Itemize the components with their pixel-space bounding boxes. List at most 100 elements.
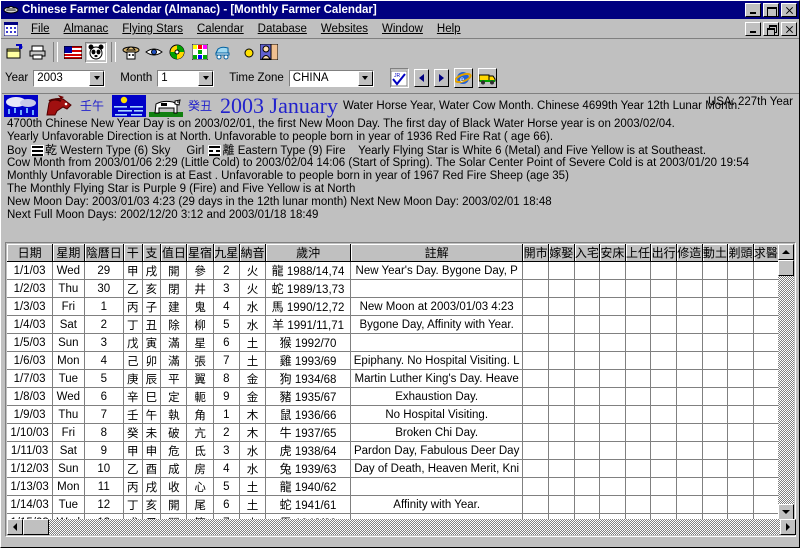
table-row[interactable]: 1/6/03 Mon 4 己卯滿張 7 土雞 1993/69 Epiphany. No Ho…	[7, 351, 779, 370]
cell-sound[interactable]: 水	[239, 315, 267, 334]
cell-lunar-day[interactable]: 30	[84, 279, 124, 298]
cell-activity-5[interactable]	[650, 261, 677, 280]
cell-value-day[interactable]: 成	[160, 459, 188, 478]
cell-activity-2[interactable]	[574, 369, 601, 388]
cell-activity-2[interactable]	[574, 423, 601, 442]
cell-sound[interactable]: 金	[239, 369, 267, 388]
cell-activity-9[interactable]	[753, 261, 779, 280]
cell-activity-4[interactable]	[625, 297, 652, 316]
cell-weekday[interactable]: Fri	[52, 297, 85, 316]
column-header-18[interactable]: 動土	[702, 244, 729, 262]
cell-activity-4[interactable]	[625, 333, 652, 352]
cell-activity-7[interactable]	[702, 261, 729, 280]
cell-activity-6[interactable]	[676, 459, 703, 478]
chevron-down-icon[interactable]	[89, 70, 105, 86]
cell-activity-9[interactable]	[753, 279, 779, 298]
cell-weekday[interactable]: Thu	[52, 405, 85, 424]
cell-clash[interactable]: 牛 1937/65	[265, 423, 352, 442]
column-header-8[interactable]: 納音	[239, 244, 267, 262]
cell-date[interactable]: 1/7/03	[7, 369, 54, 388]
cell-activity-7[interactable]	[702, 315, 729, 334]
cell-branch[interactable]: 午	[142, 405, 162, 424]
vertical-scroll-track[interactable]	[778, 260, 794, 504]
cell-nine-star[interactable]: 6	[213, 495, 240, 514]
column-header-4[interactable]: 支	[142, 244, 162, 262]
cell-weekday[interactable]: Tue	[52, 369, 85, 388]
cell-note[interactable]: Day of Death, Heaven Merit, Kni	[350, 459, 524, 478]
cell-activity-0[interactable]	[522, 405, 549, 424]
cell-value-day[interactable]: 閉	[160, 279, 188, 298]
cell-branch[interactable]: 辰	[142, 369, 162, 388]
next-arrow-icon[interactable]	[433, 69, 449, 87]
cell-activity-9[interactable]	[753, 351, 779, 370]
cell-activity-3[interactable]	[599, 261, 626, 280]
table-row[interactable]: 1/10/03 Fri 8 癸未破亢 2 木牛 1937/65 Broken Chi Day…	[7, 423, 779, 442]
cell-weekday[interactable]: Fri	[52, 423, 85, 442]
cell-activity-6[interactable]	[676, 297, 703, 316]
cell-activity-2[interactable]	[574, 279, 601, 298]
cell-star28[interactable]: 軛	[186, 387, 214, 406]
cell-nine-star[interactable]: 7	[213, 351, 240, 370]
cell-activity-7[interactable]	[702, 351, 729, 370]
moon-sun-icon[interactable]	[235, 42, 257, 63]
cell-date[interactable]: 1/8/03	[7, 387, 54, 406]
cell-activity-5[interactable]	[650, 351, 677, 370]
mdi-minimize-button[interactable]	[745, 22, 761, 36]
table-row[interactable]: 1/14/03 Tue 12 丁亥開尾 6 土蛇 1941/61 Affinity with…	[7, 495, 779, 514]
cell-activity-3[interactable]	[599, 297, 626, 316]
cell-activity-5[interactable]	[650, 387, 677, 406]
cell-star28[interactable]: 翼	[186, 369, 214, 388]
cell-activity-3[interactable]	[599, 333, 626, 352]
cell-lunar-day[interactable]: 12	[84, 495, 124, 514]
horizontal-scroll-thumb[interactable]	[23, 519, 49, 535]
cell-activity-5[interactable]	[650, 477, 677, 496]
cell-activity-6[interactable]	[676, 279, 703, 298]
cell-weekday[interactable]: Mon	[52, 477, 85, 496]
cell-star28[interactable]: 井	[186, 279, 214, 298]
cell-nine-star[interactable]: 4	[213, 459, 240, 478]
cell-nine-star[interactable]: 1	[213, 405, 240, 424]
cell-nine-star[interactable]: 9	[213, 387, 240, 406]
cell-star28[interactable]: 房	[186, 459, 214, 478]
cell-activity-2[interactable]	[574, 495, 601, 514]
cell-activity-6[interactable]	[676, 261, 703, 280]
cell-value-day[interactable]: 危	[160, 441, 188, 460]
cell-stem[interactable]: 丁	[123, 315, 143, 334]
cell-note[interactable]: New Moon at 2003/01/03 4:23	[350, 297, 524, 316]
cell-activity-0[interactable]	[522, 441, 549, 460]
cell-activity-9[interactable]	[753, 405, 779, 424]
open-file-icon[interactable]	[4, 42, 26, 63]
cell-stem[interactable]: 丁	[123, 495, 143, 514]
cell-activity-1[interactable]	[548, 297, 575, 316]
menu-item-file[interactable]: File	[24, 22, 57, 36]
internet-explorer-icon[interactable]: e	[453, 68, 473, 88]
cell-lunar-day[interactable]: 4	[84, 351, 124, 370]
cell-note[interactable]: Martin Luther King's Day. Heave	[350, 369, 524, 388]
cell-activity-3[interactable]	[599, 423, 626, 442]
column-header-2[interactable]: 陰曆日	[84, 244, 124, 262]
cell-star28[interactable]: 鬼	[186, 297, 214, 316]
cell-lunar-day[interactable]: 5	[84, 369, 124, 388]
cell-lunar-day[interactable]: 29	[84, 261, 124, 280]
timezone-select[interactable]: CHINA	[288, 69, 374, 87]
cell-date[interactable]: 1/12/03	[7, 459, 54, 478]
cell-nine-star[interactable]: 3	[213, 279, 240, 298]
menu-item-calendar[interactable]: Calendar	[190, 22, 251, 36]
close-button[interactable]	[781, 3, 797, 17]
cell-activity-5[interactable]	[650, 369, 677, 388]
year-select[interactable]: 2003	[33, 69, 106, 87]
cell-sound[interactable]: 水	[239, 459, 267, 478]
cell-activity-4[interactable]	[625, 459, 652, 478]
table-row[interactable]: 1/13/03 Mon 11 丙戌收心 5 土龍 1940/62	[7, 477, 779, 496]
cell-activity-2[interactable]	[574, 351, 601, 370]
cell-star28[interactable]: 張	[186, 351, 214, 370]
cell-activity-7[interactable]	[702, 333, 729, 352]
cell-sound[interactable]: 土	[239, 495, 267, 514]
cell-nine-star[interactable]: 5	[213, 315, 240, 334]
cell-clash[interactable]: 雞 1993/69	[265, 351, 352, 370]
cell-activity-5[interactable]	[650, 495, 677, 514]
cell-branch[interactable]: 未	[142, 423, 162, 442]
cell-value-day[interactable]: 滿	[160, 333, 188, 352]
cell-branch[interactable]: 丑	[142, 315, 162, 334]
cell-weekday[interactable]: Sun	[52, 333, 85, 352]
